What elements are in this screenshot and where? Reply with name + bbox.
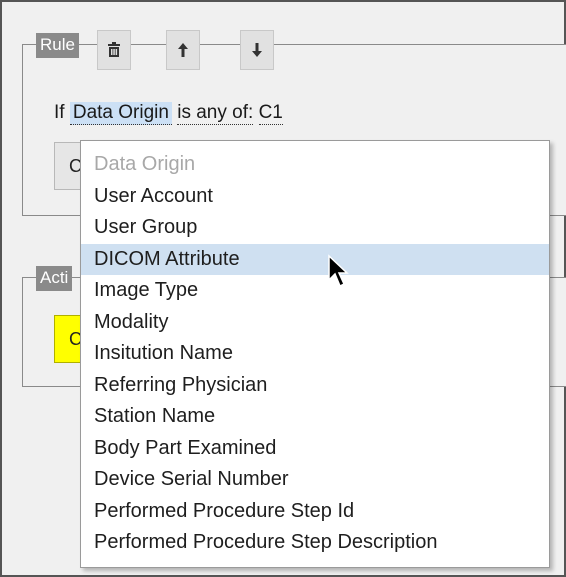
field-dropdown-list: Data Origin User Account User Group DICOM A…	[80, 140, 550, 568]
condition-field-selector[interactable]: Data Origin	[69, 102, 172, 125]
arrow-up-icon	[178, 43, 188, 57]
rule-legend: Rule	[36, 33, 79, 58]
dropdown-option[interactable]: DICOM Attribute	[81, 243, 549, 275]
dropdown-option[interactable]: User Account	[81, 181, 549, 213]
dropdown-option[interactable]: Modality	[81, 307, 549, 339]
dropdown-option[interactable]: Station Name	[81, 401, 549, 433]
window-frame: Rule If Data Origin is any of: C1 C Acti…	[0, 0, 566, 577]
dropdown-option[interactable]: Device Serial Number	[81, 464, 549, 496]
condition-value-selector[interactable]: C1	[258, 102, 283, 125]
condition-prefix: If	[54, 102, 65, 123]
dropdown-option[interactable]: Image Type	[81, 275, 549, 307]
arrow-down-icon	[252, 43, 262, 57]
delete-rule-button[interactable]	[97, 30, 131, 70]
move-up-button[interactable]	[166, 30, 200, 70]
rule-condition: If Data Origin is any of: C1	[54, 102, 283, 125]
dropdown-option[interactable]: Insitution Name	[81, 338, 549, 370]
dropdown-option: Data Origin	[94, 153, 196, 175]
condition-operator-selector[interactable]: is any of:	[177, 102, 254, 125]
dropdown-option[interactable]: Body Part Examined	[81, 433, 549, 465]
move-down-button[interactable]	[240, 30, 274, 70]
mouse-pointer-icon	[328, 254, 349, 288]
dropdown-option[interactable]: Performed Procedure Step Description	[81, 527, 549, 559]
actions-legend: Acti	[36, 266, 73, 291]
dropdown-option[interactable]: User Group	[81, 212, 549, 244]
trash-icon	[108, 42, 120, 57]
dropdown-option[interactable]: Performed Procedure Step Id	[81, 496, 549, 528]
dropdown-option[interactable]: Referring Physician	[81, 370, 549, 402]
